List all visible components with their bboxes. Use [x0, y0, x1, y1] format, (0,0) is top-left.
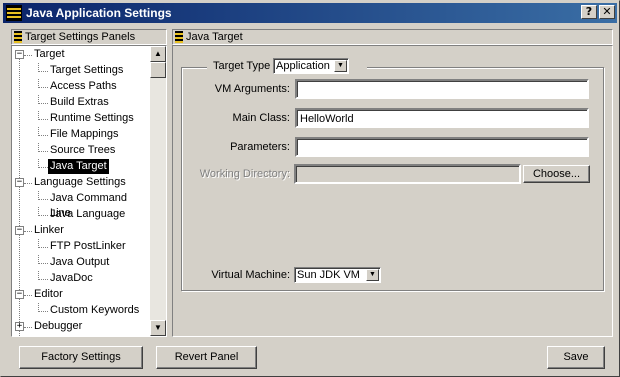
tree-guide-line [38, 79, 39, 88]
virtual-machine-select[interactable]: Sun JDK VM ▼ [294, 267, 381, 283]
collapse-icon[interactable]: − [15, 226, 24, 235]
tree-guide-line [38, 111, 39, 120]
settings-window: Java Application Settings ? ✕ Target Set… [0, 0, 620, 377]
tree-branch-line [38, 311, 48, 312]
title-buttons: ? ✕ [581, 5, 615, 19]
help-button[interactable]: ? [581, 5, 597, 19]
settings-tree-panel: − Target Target Settings Access Paths Build … [11, 45, 167, 337]
tree-category[interactable]: Debugger [32, 319, 84, 334]
choose-button[interactable]: Choose... [523, 165, 590, 183]
working-directory-input [294, 164, 521, 184]
tree-item[interactable]: JavaDoc [48, 271, 95, 286]
tree-branch-line [24, 327, 32, 328]
title-bar[interactable]: Java Application Settings ? ✕ [3, 3, 617, 23]
scroll-thumb[interactable] [150, 62, 166, 78]
settings-tree: − Target Target Settings Access Paths Build … [12, 46, 152, 336]
vm-arguments-label: VM Arguments: [214, 83, 290, 95]
panel-grip-icon [14, 31, 22, 43]
target-type-select[interactable]: Application ▼ [273, 58, 349, 74]
collapse-icon[interactable]: − [15, 50, 24, 59]
tree-item[interactable]: Custom Keywords [48, 303, 141, 318]
app-icon [6, 5, 22, 21]
working-directory-label: Working Directory: [199, 168, 290, 180]
revert-panel-button[interactable]: Revert Panel [156, 346, 257, 369]
chevron-down-icon: ▼ [366, 269, 379, 281]
parameters-input[interactable] [295, 137, 589, 157]
tree-item[interactable]: Java Language [48, 207, 127, 222]
tree-guide-line [38, 95, 39, 104]
tree-category[interactable]: Editor [32, 287, 65, 302]
tree-category[interactable]: Target [32, 47, 67, 62]
tree-item[interactable]: Access Paths [48, 79, 119, 94]
tree-guide-line [38, 271, 39, 280]
vm-arguments-input[interactable] [295, 79, 589, 99]
tree-item[interactable]: FTP PostLinker [48, 239, 128, 254]
tree-item[interactable]: Target Settings [48, 63, 125, 78]
tree-scrollbar[interactable]: ▲ ▼ [150, 46, 166, 336]
tree-branch-line [24, 183, 32, 184]
tree-branch-line [24, 295, 32, 296]
window-title: Java Application Settings [26, 6, 172, 20]
expand-icon[interactable]: + [15, 322, 24, 331]
factory-settings-button[interactable]: Factory Settings [19, 346, 143, 369]
parameters-label: Parameters: [230, 141, 290, 153]
tree-category[interactable]: Language Settings [32, 175, 128, 190]
tree-branch-line [24, 55, 32, 56]
target-type-label: Target Type [213, 60, 271, 72]
collapse-icon[interactable]: − [15, 178, 24, 187]
tree-guide-line [38, 143, 39, 152]
scroll-down-icon[interactable]: ▼ [150, 320, 166, 336]
tree-guide-line [38, 207, 39, 216]
tree-branch-line [38, 87, 48, 88]
tree-branch-line [38, 135, 48, 136]
tree-branch-line [38, 279, 48, 280]
tree-guide-line [38, 303, 39, 312]
scroll-up-icon[interactable]: ▲ [150, 46, 166, 62]
panel-grip-icon [175, 31, 183, 43]
tree-branch-line [38, 167, 48, 168]
tree-branch-line [38, 151, 48, 152]
left-panel-title: Target Settings Panels [25, 31, 136, 43]
close-button[interactable]: ✕ [599, 5, 615, 19]
target-type-row: Target Type Application ▼ [207, 57, 367, 75]
tree-guide-line [38, 127, 39, 136]
tree-guide-line [38, 159, 39, 168]
tree-guide-line [38, 191, 39, 200]
tree-guide-line [38, 239, 39, 248]
tree-branch-line [38, 119, 48, 120]
tree-guide-line [38, 63, 39, 72]
tree-branch-line [38, 103, 48, 104]
tree-item[interactable]: Java Command Line [48, 191, 152, 219]
right-panel-header: Java Target [172, 29, 613, 45]
main-class-input[interactable]: HelloWorld [295, 108, 589, 128]
tree-item[interactable]: Java Output [48, 255, 111, 270]
tree-item[interactable]: File Mappings [48, 127, 120, 142]
tree-branch-line [38, 71, 48, 72]
tree-branch-line [38, 215, 48, 216]
tree-category[interactable]: Linker [32, 223, 66, 238]
collapse-icon[interactable]: − [15, 290, 24, 299]
tree-item[interactable]: Runtime Settings [48, 111, 136, 126]
tree-branch-line [38, 247, 48, 248]
right-panel-title: Java Target [186, 31, 243, 43]
tree-branch-line [38, 263, 48, 264]
tree-item[interactable]: Java Target [48, 159, 109, 174]
main-class-label: Main Class: [232, 112, 290, 124]
virtual-machine-label: Virtual Machine: [211, 269, 290, 281]
chevron-down-icon: ▼ [334, 60, 347, 72]
left-panel-header: Target Settings Panels [11, 29, 167, 45]
virtual-machine-value: Sun JDK VM [297, 269, 360, 281]
tree-branch-line [38, 199, 48, 200]
save-button[interactable]: Save [547, 346, 605, 369]
tree-item[interactable]: Build Extras [48, 95, 111, 110]
tree-guide-line [38, 255, 39, 264]
tree-item[interactable]: Source Trees [48, 143, 117, 158]
target-type-value: Application [276, 60, 330, 72]
tree-branch-line [24, 231, 32, 232]
